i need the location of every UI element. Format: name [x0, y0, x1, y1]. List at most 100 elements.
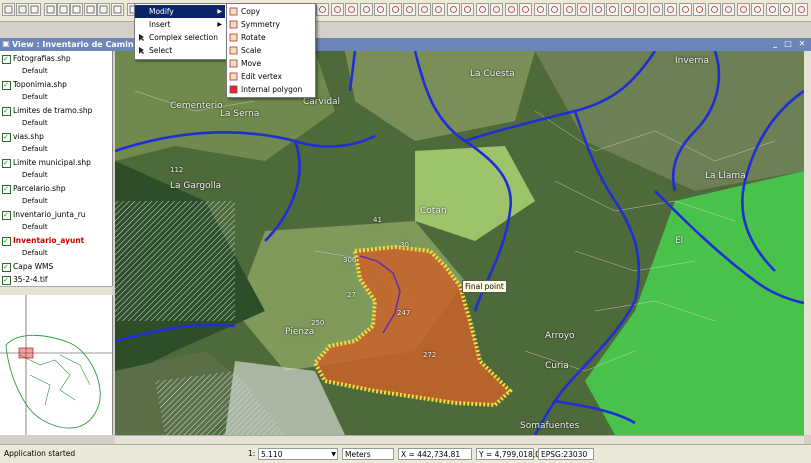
edit-tool-icon[interactable] [722, 3, 735, 16]
edit-tool-icon[interactable] [693, 3, 706, 16]
edit-tool-icon[interactable] [388, 3, 402, 16]
layer-item[interactable]: Limites de tramo.shp [2, 105, 92, 117]
edit-tool-icon[interactable] [707, 3, 721, 16]
submenu-item-label: Scale [241, 46, 262, 55]
maximize-icon[interactable]: □ [783, 39, 793, 49]
layer-checkbox[interactable] [2, 261, 11, 273]
overview-map[interactable] [0, 295, 113, 435]
status-message: Application started [4, 449, 76, 458]
info-icon[interactable] [111, 3, 124, 16]
edit-tool-icon[interactable] [504, 3, 518, 16]
edit-tool-icon[interactable] [620, 3, 634, 16]
layer-item[interactable]: Capa WMS [2, 261, 53, 273]
layer-checkbox[interactable] [2, 105, 11, 117]
edit-tool-icon[interactable] [794, 3, 808, 16]
edit-tool-icon[interactable] [316, 3, 329, 16]
map-view[interactable]: La Cuesta Cementerio Carvidal La Serna L… [115, 51, 804, 435]
edit-tool-icon[interactable] [635, 3, 648, 16]
layer-checkbox[interactable] [2, 183, 11, 195]
parcel-number: 112 [170, 166, 184, 174]
edit-tool-icon[interactable] [403, 3, 416, 16]
chevron-down-icon[interactable]: ▼ [331, 449, 336, 461]
layer-checkbox[interactable] [2, 157, 11, 169]
layer-name: Parcelario.shp [13, 184, 66, 193]
layer-checkbox[interactable] [2, 235, 11, 247]
layer-checkbox[interactable] [2, 209, 11, 221]
edit-tool-icon[interactable] [461, 3, 474, 16]
submenu-item[interactable]: Symmetry [227, 18, 313, 31]
zoom-out-icon[interactable] [57, 3, 70, 16]
menu-item[interactable]: Select [135, 44, 225, 57]
edit-tool-icon[interactable] [490, 3, 503, 16]
edit-tool-icon[interactable] [446, 3, 460, 16]
open-icon[interactable] [2, 3, 15, 16]
edit-tool-icon[interactable] [751, 3, 764, 16]
edit-tool-icon[interactable] [475, 3, 489, 16]
edit-tool-icon[interactable] [359, 3, 373, 16]
submenu-item[interactable]: Scale [227, 44, 313, 57]
scale-icon [229, 46, 238, 55]
view-title: View : Inventario de Caminos [12, 40, 144, 49]
layer-item[interactable]: Toponimia.shp [2, 79, 67, 91]
place-label: Pienza [285, 327, 315, 337]
layer-checkbox[interactable] [2, 274, 11, 286]
submenu-item[interactable]: Internal polygon [227, 83, 313, 96]
place-label: La Gargolla [170, 181, 222, 191]
layer-item[interactable]: vias.shp [2, 131, 44, 143]
layer-item[interactable]: Limite municipal.shp [2, 157, 91, 169]
scale-input[interactable]: 5.110 ▼ [258, 448, 338, 460]
edit-tool-icon[interactable] [649, 3, 663, 16]
layer-symbol: Default [22, 145, 48, 153]
layers-icon[interactable] [97, 3, 110, 16]
submenu-item[interactable]: Rotate [227, 31, 313, 44]
edit-tool-icon[interactable] [678, 3, 692, 16]
edit-tool-icon[interactable] [577, 3, 590, 16]
menu-item[interactable]: Modify ▶ [135, 5, 225, 18]
layer-item[interactable]: Parcelario.shp [2, 183, 66, 195]
final-point-tooltip: Final point [462, 280, 507, 293]
edit-tool-icon[interactable] [780, 3, 793, 16]
submenu-item[interactable]: Edit vertex [227, 70, 313, 83]
edit-tool-icon[interactable] [606, 3, 619, 16]
zoom-full-icon[interactable] [70, 3, 83, 16]
submenu-item-label: Internal polygon [241, 85, 303, 94]
edit-tool-icon[interactable] [548, 3, 561, 16]
zoom-in-icon[interactable] [44, 3, 57, 16]
layer-item[interactable]: Fotografias.shp [2, 53, 71, 65]
edit-tool-icon[interactable] [417, 3, 431, 16]
layer-item[interactable]: 35-2-4.tif [2, 274, 48, 286]
edit-tool-icon[interactable] [533, 3, 547, 16]
edit-tool-icon[interactable] [330, 3, 344, 16]
edit-tool-icon[interactable] [432, 3, 445, 16]
map-vertical-scrollbar[interactable] [804, 51, 811, 435]
edit-tool-icon[interactable] [664, 3, 677, 16]
menu-item[interactable]: Complex selection [135, 31, 225, 44]
layer-checkbox[interactable] [2, 53, 11, 65]
layer-symbol: Default [22, 249, 48, 257]
edit-tool-icon[interactable] [591, 3, 605, 16]
layer-name: 35-2-4.tif [13, 275, 48, 284]
edit-tool-icon[interactable] [765, 3, 779, 16]
submenu-item[interactable]: Move [227, 57, 313, 70]
pan-icon[interactable] [84, 3, 97, 16]
modify-submenu: Copy Symmetry Rotate Scale Move Edit vertex In… [226, 3, 316, 98]
submenu-item-label: Move [241, 59, 262, 68]
submenu-item[interactable]: Copy [227, 5, 313, 18]
layer-item[interactable]: Inventario_ayunt [2, 235, 84, 247]
edit-tool-icon[interactable] [345, 3, 358, 16]
layer-name: Toponimia.shp [13, 80, 67, 89]
edit-tool-icon[interactable] [374, 3, 387, 16]
edit-tool-icon[interactable] [736, 3, 750, 16]
save-icon[interactable] [28, 3, 41, 16]
parcel-number: 30 [400, 241, 409, 249]
layer-checkbox[interactable] [2, 131, 11, 143]
edit-tool-icon[interactable] [562, 3, 576, 16]
minimize-icon[interactable]: _ [770, 39, 780, 49]
menu-item[interactable]: Insert ▶ [135, 18, 225, 31]
parcel-number: 272 [423, 351, 437, 359]
close-icon[interactable]: ✕ [797, 39, 807, 49]
layer-item[interactable]: Inventario_junta_ru [2, 209, 86, 221]
overview-svg [0, 295, 112, 435]
layer-checkbox[interactable] [2, 79, 11, 91]
edit-tool-icon[interactable] [519, 3, 532, 16]
